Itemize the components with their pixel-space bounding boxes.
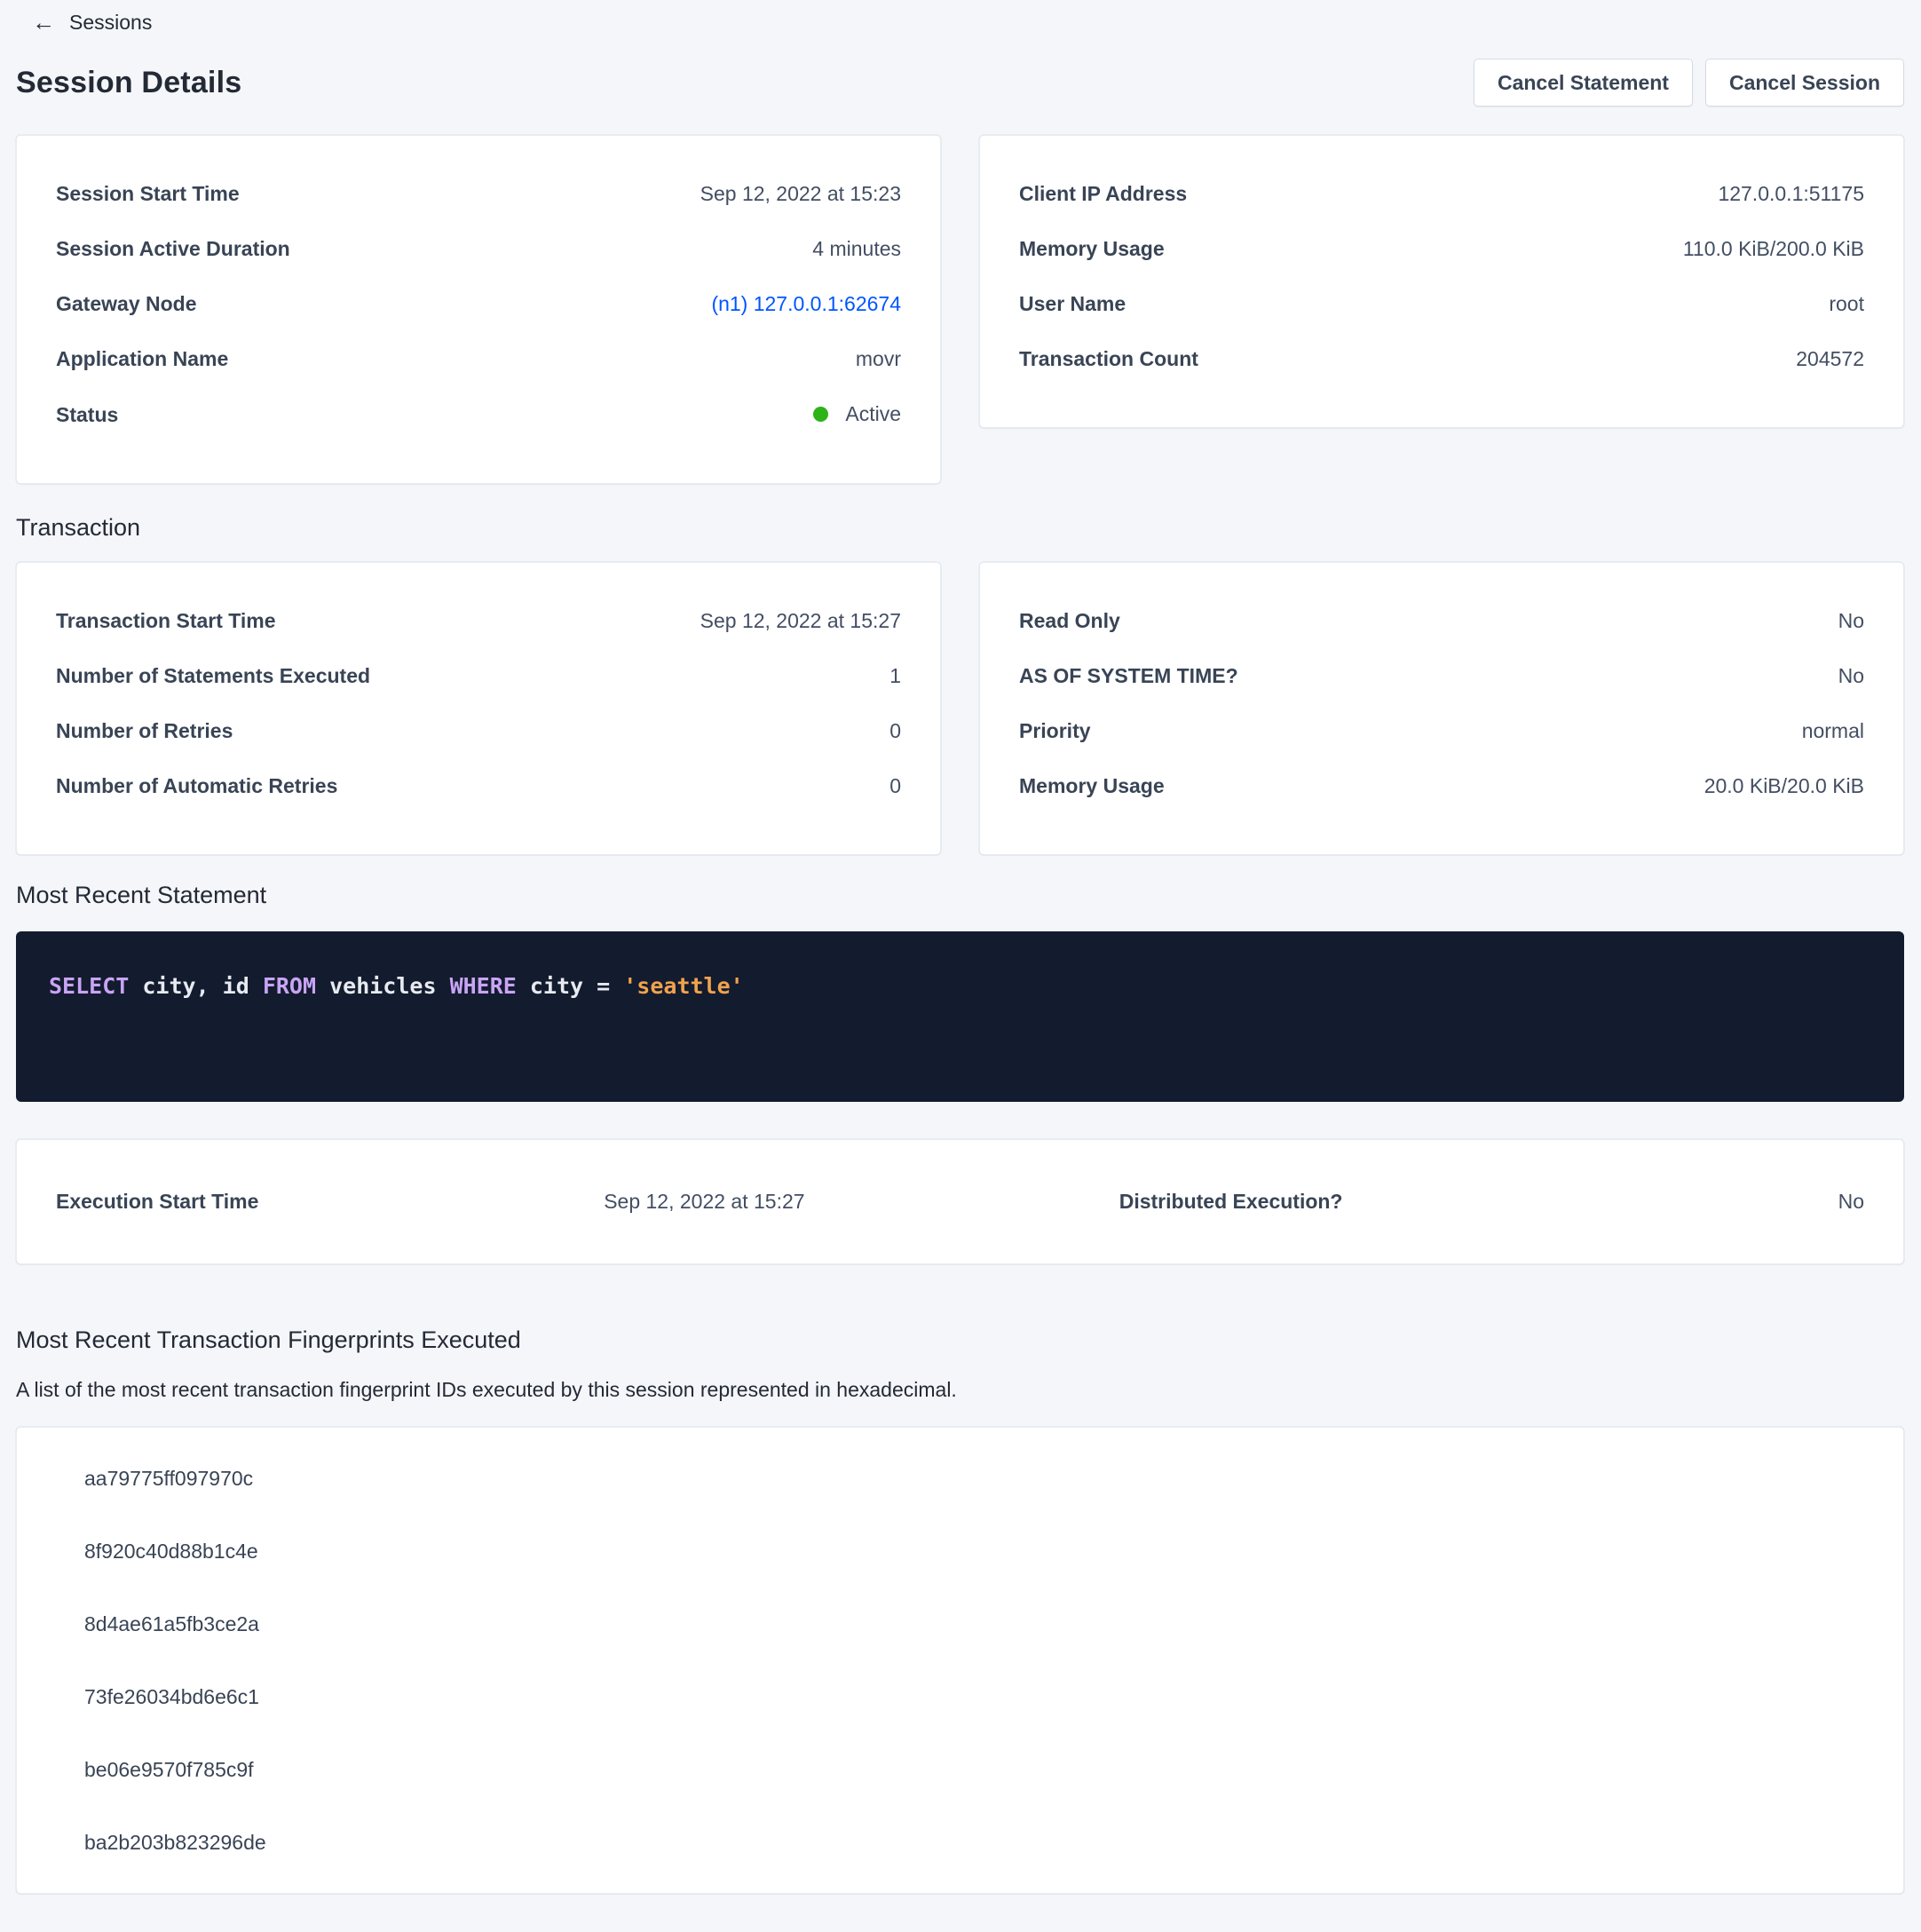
session-details-page: ← Sessions Session Details Cancel Statem…: [0, 0, 1921, 1894]
sql-text: city, id: [129, 973, 263, 999]
automatic-retries-label: Number of Automatic Retries: [56, 772, 337, 799]
transaction-count-row: Transaction Count 204572: [1019, 345, 1864, 372]
page-header: Session Details Cancel Statement Cancel …: [16, 59, 1904, 107]
transaction-memory-usage-value: 20.0 KiB/20.0 KiB: [1704, 772, 1864, 799]
transaction-cards: Transaction Start Time Sep 12, 2022 at 1…: [16, 562, 1904, 855]
session-summary-cards: Session Start Time Sep 12, 2022 at 15:23…: [16, 135, 1904, 484]
fingerprint-item: 73fe26034bd6e6c1: [84, 1683, 1864, 1710]
session-active-duration-label: Session Active Duration: [56, 235, 290, 262]
transaction-info-card: Transaction Start Time Sep 12, 2022 at 1…: [16, 562, 941, 855]
priority-row: Priority normal: [1019, 717, 1864, 744]
sql-keyword: SELECT: [49, 973, 129, 999]
page-title: Session Details: [16, 66, 241, 100]
automatic-retries-value: 0: [889, 772, 901, 799]
gateway-node-link[interactable]: (n1) 127.0.0.1:62674: [711, 290, 901, 317]
cancel-session-button[interactable]: Cancel Session: [1705, 59, 1904, 107]
transaction-start-time-label: Transaction Start Time: [56, 607, 276, 634]
as-of-system-time-label: AS OF SYSTEM TIME?: [1019, 662, 1238, 689]
statements-executed-row: Number of Statements Executed 1: [56, 662, 901, 689]
sql-string-literal: 'seattle': [623, 973, 743, 999]
sql-keyword: WHERE: [450, 973, 517, 999]
application-name-value: movr: [856, 345, 901, 372]
execution-start-time-label: Execution Start Time: [56, 1190, 604, 1214]
priority-value: normal: [1802, 717, 1864, 744]
gateway-node-row: Gateway Node (n1) 127.0.0.1:62674: [56, 290, 901, 317]
as-of-system-time-row: AS OF SYSTEM TIME? No: [1019, 662, 1864, 689]
transaction-count-label: Transaction Count: [1019, 345, 1198, 372]
transaction-section-heading: Transaction: [16, 513, 1904, 542]
memory-usage-label: Memory Usage: [1019, 235, 1165, 262]
status-value: Active: [845, 400, 901, 427]
memory-usage-value: 110.0 KiB/200.0 KiB: [1683, 235, 1864, 262]
client-ip-label: Client IP Address: [1019, 180, 1187, 207]
user-name-value: root: [1829, 290, 1864, 317]
statement-section-heading: Most Recent Statement: [16, 881, 1904, 909]
read-only-value: No: [1838, 607, 1864, 634]
sql-keyword: FROM: [263, 973, 316, 999]
user-name-label: User Name: [1019, 290, 1126, 317]
fingerprint-item: 8f920c40d88b1c4e: [84, 1538, 1864, 1564]
status-badge: Active: [813, 400, 901, 427]
execution-card: Execution Start Time Sep 12, 2022 at 15:…: [16, 1139, 1904, 1264]
transaction-memory-usage-row: Memory Usage 20.0 KiB/20.0 KiB: [1019, 772, 1864, 799]
back-arrow-icon: ←: [32, 11, 55, 34]
sql-text: vehicles: [316, 973, 450, 999]
sql-statement-block: SELECT city, id FROM vehicles WHERE city…: [16, 931, 1904, 1102]
distributed-execution-label: Distributed Execution?: [1119, 1190, 1608, 1214]
sql-text: city =: [517, 973, 623, 999]
transaction-start-time-row: Transaction Start Time Sep 12, 2022 at 1…: [56, 607, 901, 634]
status-dot-icon: [813, 407, 828, 422]
statements-executed-value: 1: [889, 662, 901, 689]
cancel-statement-button[interactable]: Cancel Statement: [1474, 59, 1693, 107]
session-info-card: Session Start Time Sep 12, 2022 at 15:23…: [16, 135, 941, 484]
session-active-duration-row: Session Active Duration 4 minutes: [56, 235, 901, 262]
session-start-time-row: Session Start Time Sep 12, 2022 at 15:23: [56, 180, 901, 207]
status-row: Status Active: [56, 400, 901, 428]
automatic-retries-row: Number of Automatic Retries 0: [56, 772, 901, 799]
as-of-system-time-value: No: [1838, 662, 1864, 689]
application-name-label: Application Name: [56, 345, 228, 372]
read-only-row: Read Only No: [1019, 607, 1864, 634]
client-info-card: Client IP Address 127.0.0.1:51175 Memory…: [979, 135, 1904, 428]
fingerprints-description: A list of the most recent transaction fi…: [16, 1377, 1904, 1402]
session-start-time-value: Sep 12, 2022 at 15:23: [700, 180, 901, 207]
fingerprint-item: ba2b203b823296de: [84, 1829, 1864, 1856]
fingerprint-item: be06e9570f785c9f: [84, 1756, 1864, 1783]
transaction-props-card: Read Only No AS OF SYSTEM TIME? No Prior…: [979, 562, 1904, 855]
breadcrumb[interactable]: ← Sessions: [16, 0, 152, 36]
distributed-execution-value: No: [1608, 1190, 1864, 1214]
fingerprint-item: 8d4ae61a5fb3ce2a: [84, 1611, 1864, 1637]
memory-usage-row: Memory Usage 110.0 KiB/200.0 KiB: [1019, 235, 1864, 262]
breadcrumb-label: Sessions: [69, 9, 152, 36]
retries-label: Number of Retries: [56, 717, 233, 744]
priority-label: Priority: [1019, 717, 1091, 744]
fingerprint-item: aa79775ff097970c: [84, 1465, 1864, 1492]
user-name-row: User Name root: [1019, 290, 1864, 317]
client-ip-row: Client IP Address 127.0.0.1:51175: [1019, 180, 1864, 207]
statements-executed-label: Number of Statements Executed: [56, 662, 370, 689]
fingerprints-section-heading: Most Recent Transaction Fingerprints Exe…: [16, 1326, 1904, 1354]
session-start-time-label: Session Start Time: [56, 180, 240, 207]
session-active-duration-value: 4 minutes: [812, 235, 901, 262]
retries-row: Number of Retries 0: [56, 717, 901, 744]
status-label: Status: [56, 401, 118, 428]
client-ip-value: 127.0.0.1:51175: [1718, 180, 1864, 207]
application-name-row: Application Name movr: [56, 345, 901, 372]
transaction-memory-usage-label: Memory Usage: [1019, 772, 1165, 799]
gateway-node-label: Gateway Node: [56, 290, 197, 317]
fingerprints-card: aa79775ff097970c 8f920c40d88b1c4e 8d4ae6…: [16, 1427, 1904, 1894]
transaction-start-time-value: Sep 12, 2022 at 15:27: [700, 607, 901, 634]
execution-start-time-value: Sep 12, 2022 at 15:27: [604, 1190, 1119, 1214]
retries-value: 0: [889, 717, 901, 744]
header-actions: Cancel Statement Cancel Session: [1474, 59, 1904, 107]
read-only-label: Read Only: [1019, 607, 1120, 634]
transaction-count-value: 204572: [1796, 345, 1864, 372]
